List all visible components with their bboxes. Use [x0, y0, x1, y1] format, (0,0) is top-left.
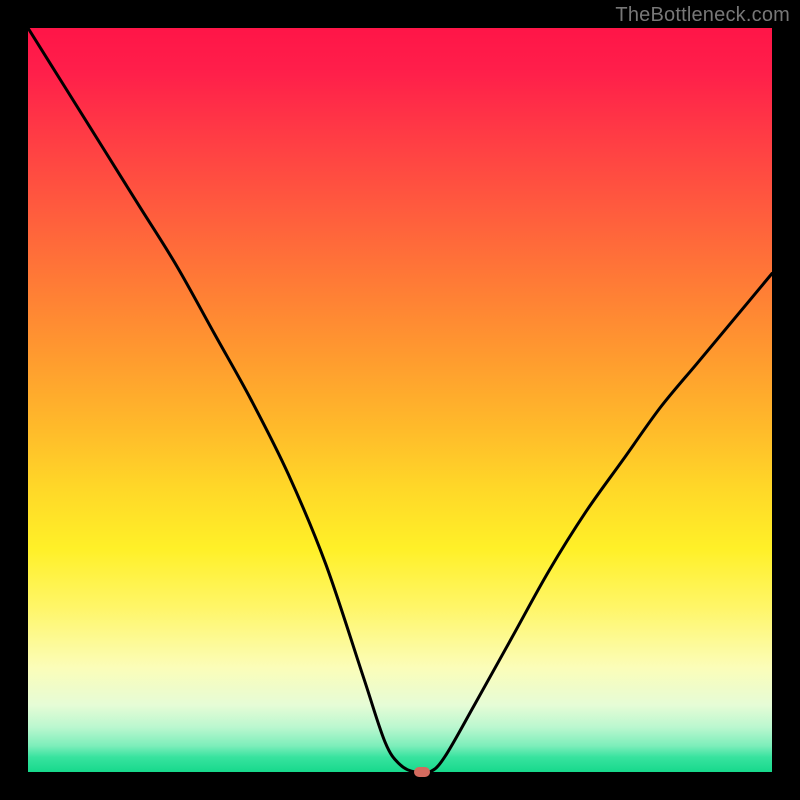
plot-area [28, 28, 772, 772]
watermark-text: TheBottleneck.com [615, 4, 790, 27]
chart-frame: TheBottleneck.com [0, 0, 800, 800]
bottleneck-curve [28, 28, 772, 772]
minimum-marker [414, 767, 430, 777]
